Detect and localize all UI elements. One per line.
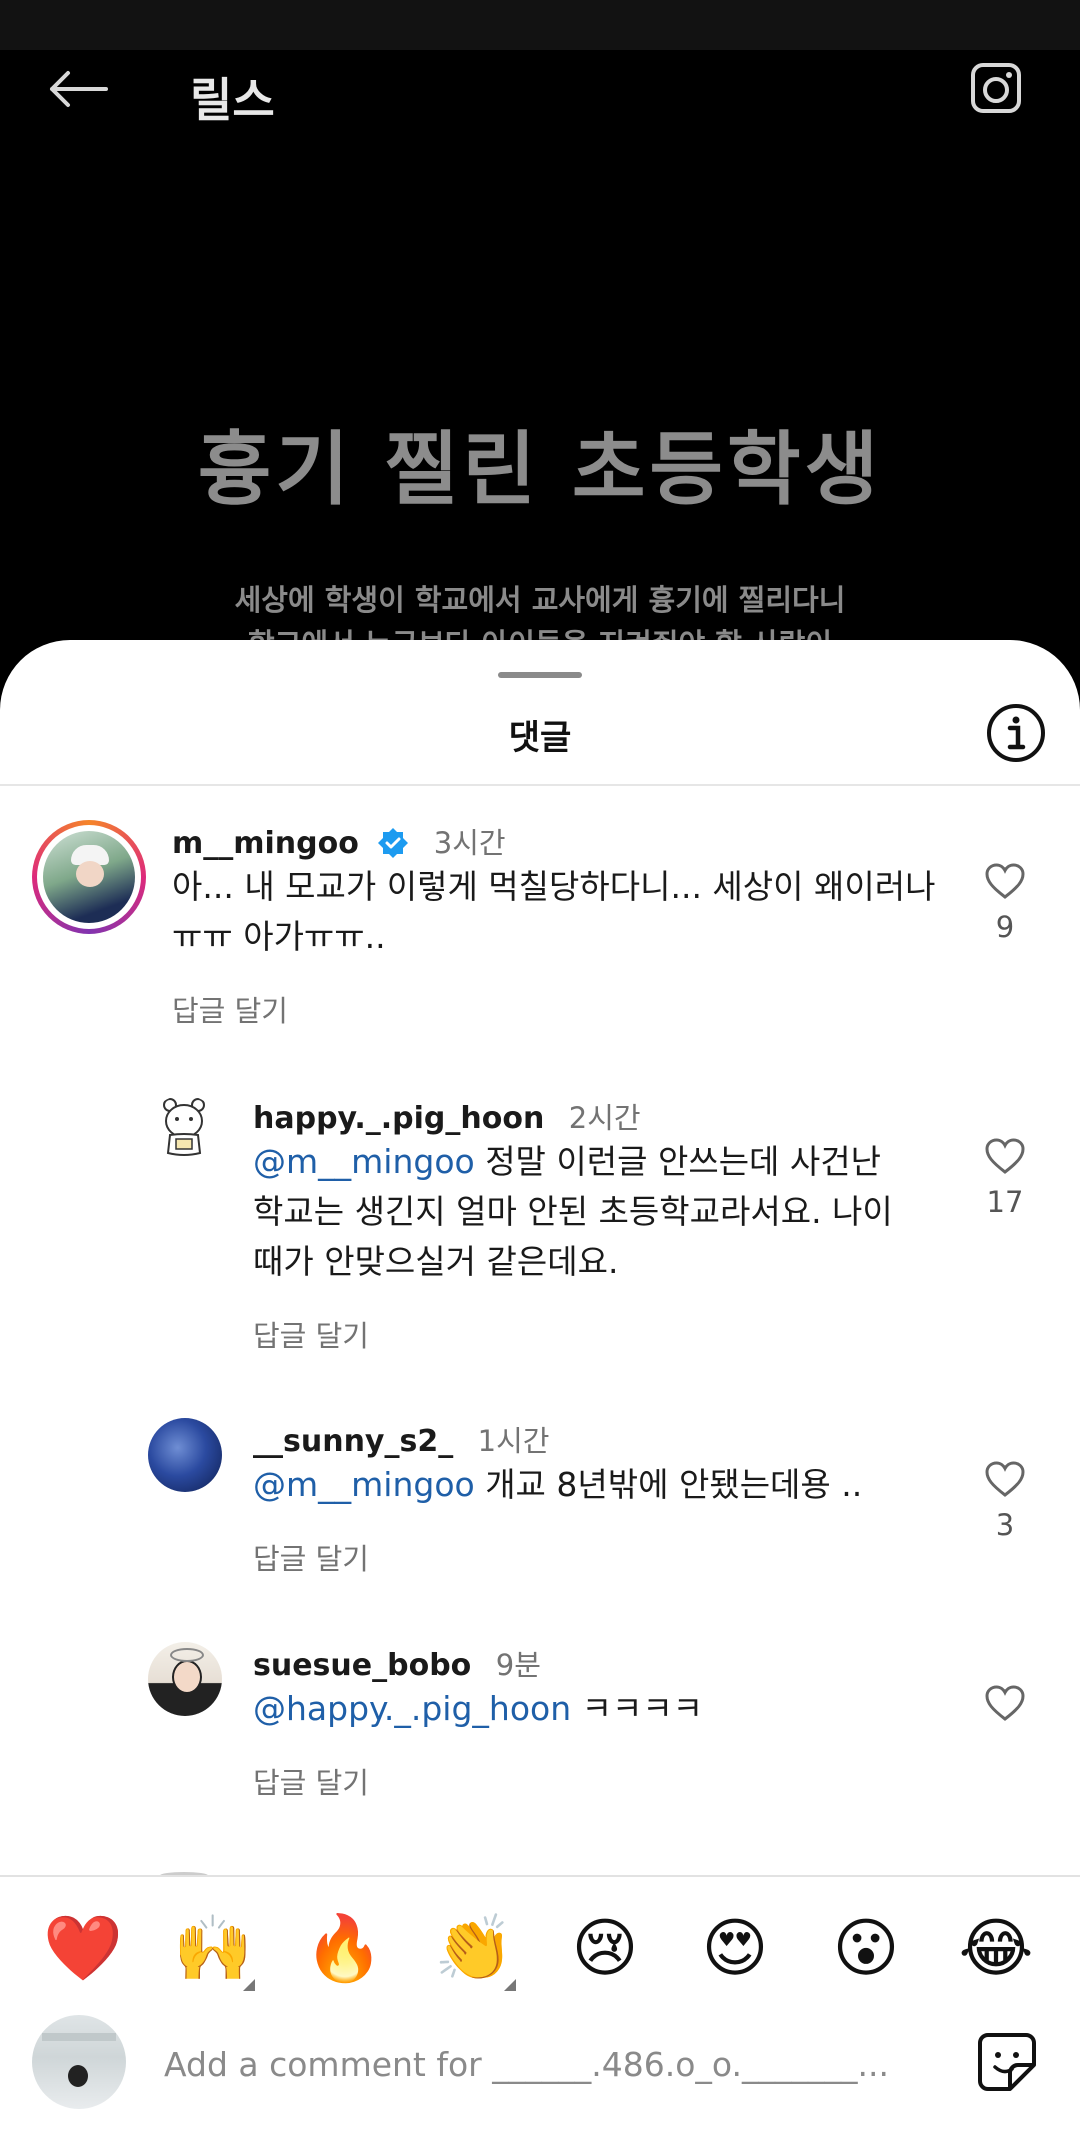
avatar [43, 831, 135, 923]
comment-text: @m__mingoo 개교 8년밖에 안됐는데용 .. [253, 1460, 913, 1510]
avatar[interactable] [148, 1418, 222, 1492]
heart-icon[interactable] [984, 1684, 1026, 1722]
reaction-row: ❤️ 🙌 🔥 👏 😢 😍 😮 😂 [0, 1899, 1080, 1999]
comment-username[interactable]: happy._.pig_hoon [253, 1101, 544, 1136]
info-icon [987, 704, 1045, 762]
bear-avatar-icon [163, 1098, 205, 1156]
raised-hands-icon: 🙌 [173, 1912, 253, 1986]
avatar[interactable] [148, 1095, 220, 1167]
reaction-heart-eyes[interactable]: 😍 [685, 1899, 785, 1999]
like-control [975, 1684, 1035, 1732]
reply-button[interactable]: 답글 달기 [172, 988, 288, 1030]
comment-body: 아... 내 모교가 이렇게 먹칠당하다니... 세상이 왜이러나ㅠㅠ 아가ㅠㅠ… [172, 867, 936, 956]
mention-link[interactable]: @m__mingoo [253, 1142, 475, 1181]
back-button[interactable] [38, 54, 118, 124]
camera-icon [971, 63, 1021, 113]
reply-button[interactable]: 답글 달기 [253, 1536, 369, 1578]
reel-title: 흉기 찔린 초등학생 [197, 423, 883, 516]
comment-text: @happy._.pig_hoon ㅋㅋㅋㅋ [253, 1684, 913, 1734]
like-count: 9 [995, 910, 1015, 944]
reply-button[interactable]: 답글 달기 [253, 1313, 369, 1355]
skin-tone-indicator [243, 1979, 255, 1991]
comment-time: 1시간 [477, 1424, 550, 1458]
avatar[interactable] [148, 1642, 222, 1716]
clap-icon: 👏 [434, 1912, 514, 1986]
comment-time: 2시간 [568, 1101, 641, 1135]
like-control: 3 [975, 1460, 1035, 1542]
my-avatar [32, 2015, 126, 2109]
info-button[interactable] [985, 702, 1047, 764]
heart-icon[interactable] [984, 1137, 1026, 1175]
like-count: 17 [986, 1185, 1024, 1219]
comment-username[interactable]: __sunny_s2_ [253, 1424, 453, 1459]
reaction-surprised[interactable]: 😮 [816, 1899, 916, 1999]
arrow-left-icon [50, 71, 108, 107]
mention-link[interactable]: @happy._.pig_hoon [253, 1689, 571, 1728]
mention-link[interactable]: @m__mingoo [253, 1465, 475, 1504]
comment-body: ㅋㅋㅋㅋ [571, 1689, 704, 1728]
input-row [0, 2005, 1080, 2115]
heart-icon[interactable] [984, 862, 1026, 900]
sticker-icon [978, 2033, 1036, 2091]
reaction-clap[interactable]: 👏 [424, 1899, 524, 1999]
comment-input[interactable] [162, 2023, 896, 2105]
sticker-button[interactable] [972, 2027, 1042, 2097]
page-title: 릴스 [190, 73, 275, 127]
sheet-divider [0, 784, 1080, 786]
comment-username[interactable]: m__mingoo [172, 826, 359, 861]
like-count: 3 [995, 1508, 1015, 1542]
avatar-story-ring[interactable] [32, 820, 146, 934]
reaction-cry[interactable]: 😢 [555, 1899, 655, 1999]
sheet-title: 댓글 [508, 718, 572, 758]
verified-badge-icon [378, 828, 409, 858]
top-bar: 릴스 [0, 40, 1080, 150]
comment-time: 3시간 [433, 826, 506, 860]
like-control: 9 [975, 862, 1035, 944]
reel-caption: 세상에 학생이 학교에서 교사에게 흉기에 찔리다니 학교에서 누구보다 아이들… [234, 583, 846, 640]
comment-time: 9분 [495, 1648, 541, 1682]
comment-username[interactable]: suesue_bobo [253, 1648, 471, 1683]
reaction-fire[interactable]: 🔥 [294, 1899, 394, 1999]
reaction-raised-hands[interactable]: 🙌 [163, 1899, 263, 1999]
reply-button[interactable]: 답글 달기 [253, 1760, 369, 1802]
camera-button[interactable] [960, 48, 1032, 128]
reaction-laugh[interactable]: 😂 [946, 1899, 1046, 1999]
comment-text: 아... 내 모교가 이렇게 먹칠당하다니... 세상이 왜이러나ㅠㅠ 아가ㅠㅠ… [172, 862, 952, 962]
comment-composer: ❤️ 🙌 🔥 👏 😢 😍 😮 😂 [0, 1875, 1080, 2135]
skin-tone-indicator [504, 1979, 516, 1991]
comment-body: 개교 8년밖에 안됐는데용 .. [474, 1465, 863, 1504]
sheet-drag-handle[interactable] [498, 672, 582, 678]
reaction-heart[interactable]: ❤️ [33, 1899, 133, 1999]
heart-icon[interactable] [984, 1460, 1026, 1498]
like-control: 17 [975, 1137, 1035, 1219]
comment-text: @m__mingoo 정말 이런글 안쓰는데 사건난 학교는 생긴지 얼마 안된… [253, 1137, 913, 1287]
